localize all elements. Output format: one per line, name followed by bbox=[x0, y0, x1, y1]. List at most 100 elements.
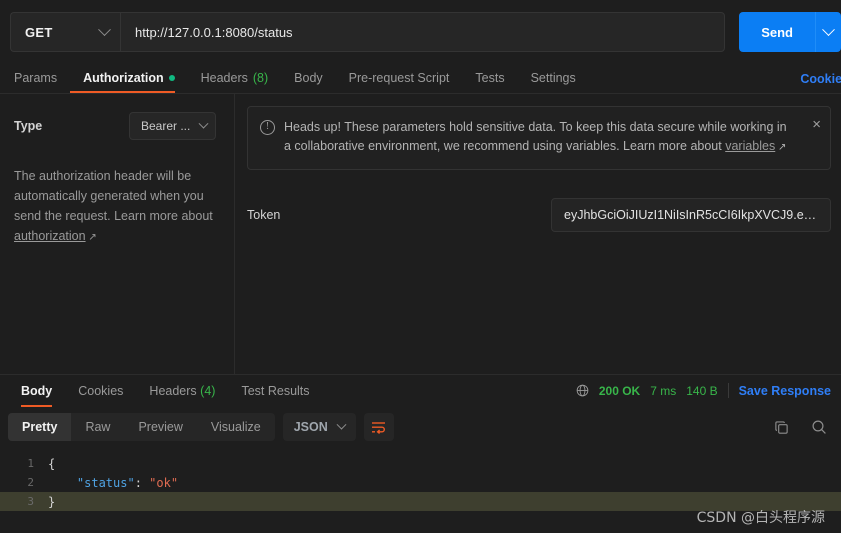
json-colon: : bbox=[134, 475, 150, 490]
auth-type-panel: Type Bearer ... The authorization header… bbox=[0, 94, 235, 374]
auth-type-row: Type Bearer ... bbox=[14, 112, 216, 140]
response-tab-body[interactable]: Body bbox=[8, 375, 65, 407]
send-button-group: Send bbox=[739, 12, 841, 52]
request-url-row: GET http://127.0.0.1:8080/status Send bbox=[0, 0, 841, 63]
tab-label: Headers bbox=[200, 70, 248, 85]
line-number: 2 bbox=[27, 476, 34, 489]
format-label: Preview bbox=[138, 420, 183, 434]
tab-settings[interactable]: Settings bbox=[518, 62, 589, 93]
response-tab-test-results[interactable]: Test Results bbox=[228, 375, 322, 407]
response-actions bbox=[774, 419, 831, 435]
response-tab-headers[interactable]: Headers (4) bbox=[136, 375, 228, 407]
search-button[interactable] bbox=[811, 419, 827, 435]
tab-authorization[interactable]: Authorization bbox=[70, 62, 188, 93]
tab-label: Tests bbox=[475, 70, 505, 85]
chevron-down-icon bbox=[822, 22, 835, 36]
chevron-down-icon bbox=[336, 419, 347, 430]
external-link-icon: ↗ bbox=[775, 142, 787, 153]
response-status: 200 OK bbox=[598, 383, 641, 398]
wrap-lines-icon bbox=[372, 421, 386, 434]
chevron-down-icon bbox=[98, 22, 111, 36]
code-text: "status": "ok" bbox=[48, 476, 178, 490]
token-input[interactable]: eyJhbGciOiJIUzI1NiIsInR5cCI6IkpXVCJ9.ey.… bbox=[551, 198, 831, 232]
format-label: Raw bbox=[85, 420, 111, 434]
format-segmented-control: Pretty Raw Preview Visualize bbox=[8, 413, 275, 441]
tab-label: Cookies bbox=[78, 383, 124, 398]
tab-label: Settings bbox=[530, 70, 576, 85]
tab-label: Body bbox=[21, 383, 53, 398]
request-tabs: Params Authorization Headers (8) Body Pr… bbox=[0, 63, 841, 94]
tab-tests[interactable]: Tests bbox=[462, 62, 517, 93]
response-tabs: Body Cookies Headers (4) Test Results bbox=[8, 375, 323, 407]
auth-help-sentence: The authorization header will be automat… bbox=[14, 169, 213, 223]
auth-help-text: The authorization header will be automat… bbox=[14, 166, 216, 248]
tab-label: Authorization bbox=[83, 70, 164, 85]
response-time: 7 ms bbox=[650, 383, 677, 398]
divider bbox=[727, 383, 729, 398]
banner-text: Heads up! These parameters hold sensitiv… bbox=[284, 118, 796, 157]
tab-count-badge: (4) bbox=[200, 383, 216, 398]
response-body-code[interactable]: 1 { 2 "status": "ok" 3 } bbox=[0, 448, 841, 533]
tab-pre-request-script[interactable]: Pre-request Script bbox=[336, 62, 463, 93]
format-label: Pretty bbox=[22, 420, 58, 434]
external-link-icon: ↗ bbox=[85, 232, 97, 243]
token-label: Token bbox=[247, 208, 281, 222]
format-label: Visualize bbox=[210, 420, 261, 434]
line-number: 1 bbox=[27, 457, 34, 470]
tab-label: Headers bbox=[149, 383, 197, 398]
code-line: 1 { bbox=[0, 454, 841, 473]
response-tab-bar: Body Cookies Headers (4) Test Results 20… bbox=[0, 374, 841, 407]
token-input-value: eyJhbGciOiJIUzI1NiIsInR5cCI6IkpXVCJ9.ey.… bbox=[564, 208, 818, 222]
tab-label: Params bbox=[14, 70, 58, 85]
code-text: } bbox=[48, 494, 56, 509]
format-preview[interactable]: Preview bbox=[124, 413, 196, 441]
copy-icon bbox=[775, 420, 788, 434]
banner-sentence: Heads up! These parameters hold sensitiv… bbox=[284, 120, 787, 153]
auth-type-dropdown[interactable]: Bearer ... bbox=[129, 112, 216, 140]
save-response-button[interactable]: Save Response bbox=[739, 384, 831, 398]
format-pretty[interactable]: Pretty bbox=[8, 413, 72, 441]
copy-button[interactable] bbox=[774, 420, 789, 435]
tab-headers[interactable]: Headers (8) bbox=[188, 62, 282, 93]
cookies-link[interactable]: Cookies bbox=[800, 72, 841, 86]
format-raw[interactable]: Raw bbox=[71, 413, 124, 441]
postman-window: GET http://127.0.0.1:8080/status Send Pa… bbox=[0, 0, 841, 533]
token-row: Token eyJhbGciOiJIUzI1NiIsInR5cCI6IkpXVC… bbox=[247, 198, 831, 232]
close-icon[interactable]: × bbox=[812, 117, 821, 132]
sensitive-data-banner: ! Heads up! These parameters hold sensit… bbox=[247, 106, 831, 170]
response-tab-cookies[interactable]: Cookies bbox=[65, 375, 136, 407]
send-button[interactable]: Send bbox=[739, 12, 815, 52]
code-line: 2 "status": "ok" bbox=[0, 473, 841, 492]
response-meta: 200 OK 7 ms 140 B Save Response bbox=[576, 383, 831, 398]
active-indicator-dot-icon bbox=[168, 74, 175, 81]
code-text: { bbox=[48, 456, 56, 471]
url-input[interactable]: http://127.0.0.1:8080/status bbox=[120, 12, 726, 52]
http-method-dropdown[interactable]: GET bbox=[10, 12, 120, 52]
json-value: "ok" bbox=[149, 475, 179, 490]
http-method-label: GET bbox=[25, 24, 53, 40]
tab-label: Pre-request Script bbox=[348, 70, 450, 85]
chevron-down-icon bbox=[198, 118, 209, 129]
tab-label: Test Results bbox=[241, 383, 310, 398]
wrap-lines-button[interactable] bbox=[363, 413, 394, 441]
tab-label: Body bbox=[294, 70, 323, 85]
line-number: 3 bbox=[27, 495, 34, 508]
globe-icon bbox=[576, 384, 589, 397]
auth-type-label: Type bbox=[14, 119, 43, 133]
search-icon bbox=[812, 420, 826, 434]
tab-body[interactable]: Body bbox=[281, 62, 336, 93]
send-options-dropdown[interactable] bbox=[815, 12, 841, 52]
authorization-panel: Type Bearer ... The authorization header… bbox=[0, 94, 841, 374]
response-size: 140 B bbox=[686, 383, 718, 398]
url-input-value: http://127.0.0.1:8080/status bbox=[135, 24, 293, 40]
response-format-bar: Pretty Raw Preview Visualize JSON bbox=[0, 406, 841, 448]
tab-count-badge: (8) bbox=[252, 70, 269, 85]
code-line: 3 } bbox=[0, 492, 841, 511]
format-visualize[interactable]: Visualize bbox=[197, 413, 275, 441]
authorization-docs-link[interactable]: authorization bbox=[14, 229, 86, 243]
auth-type-value: Bearer ... bbox=[141, 119, 191, 133]
tab-params[interactable]: Params bbox=[14, 62, 70, 93]
language-dropdown[interactable]: JSON bbox=[282, 413, 356, 441]
variables-docs-link[interactable]: variables bbox=[725, 139, 775, 153]
auth-details-panel: ! Heads up! These parameters hold sensit… bbox=[235, 94, 841, 374]
